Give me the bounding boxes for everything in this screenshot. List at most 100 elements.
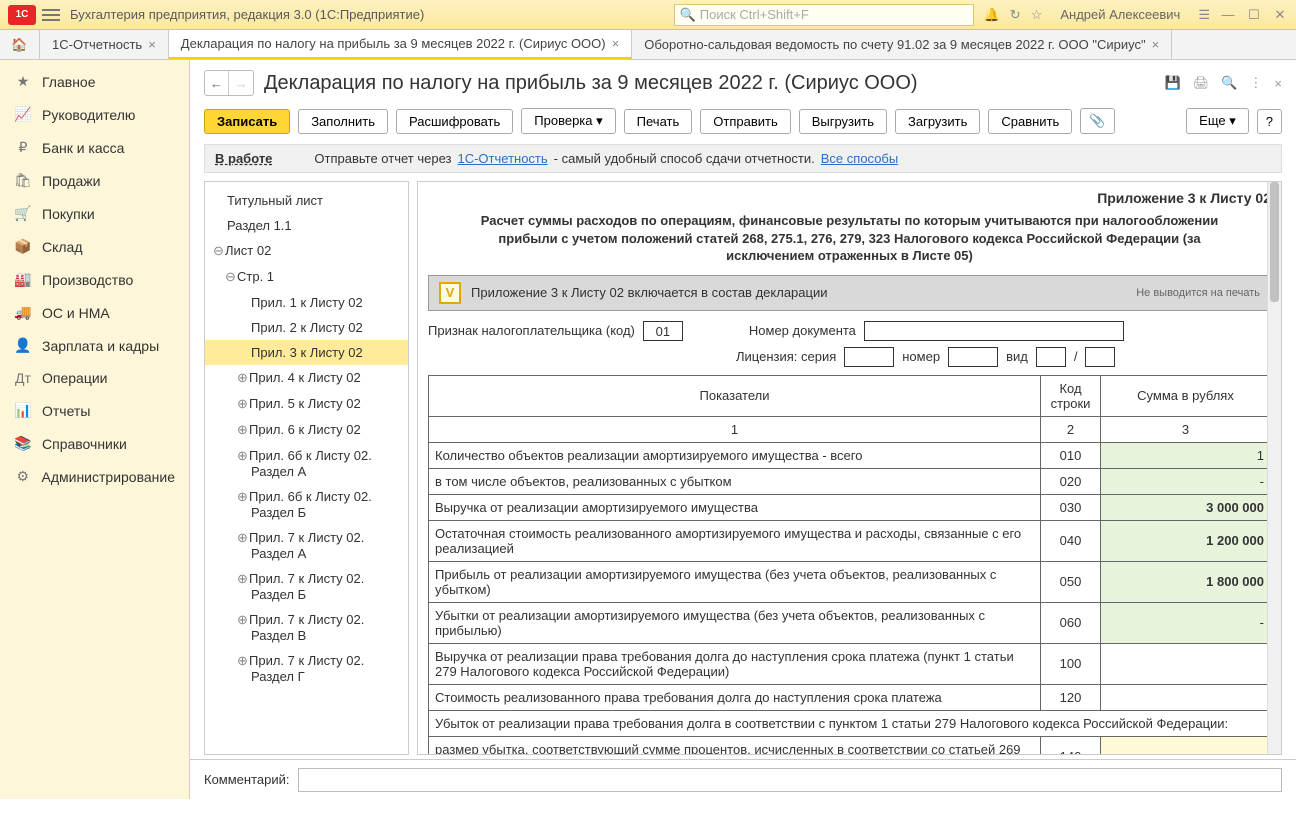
link-all-ways[interactable]: Все способы bbox=[821, 151, 898, 166]
sum-cell[interactable]: 1 bbox=[1101, 442, 1271, 468]
status-state[interactable]: В работе bbox=[215, 151, 272, 166]
sum-cell[interactable] bbox=[1101, 684, 1271, 710]
tree-item[interactable]: ⊕Прил. 6 к Листу 02 bbox=[205, 417, 408, 443]
unload-button[interactable]: Выгрузить bbox=[799, 109, 887, 134]
tree-item[interactable]: ⊖Лист 02 bbox=[205, 238, 408, 264]
tree-item-selected[interactable]: Прил. 3 к Листу 02 bbox=[205, 340, 408, 365]
fill-button[interactable]: Заполнить bbox=[298, 109, 388, 134]
lic-vid1-input[interactable] bbox=[1036, 347, 1066, 367]
write-button[interactable]: Записать bbox=[204, 109, 290, 134]
tree-item[interactable]: Титульный лист bbox=[205, 188, 408, 213]
sidebar-item-bank[interactable]: ₽Банк и касса bbox=[0, 131, 189, 164]
sum-cell[interactable]: - bbox=[1101, 468, 1271, 494]
send-button[interactable]: Отправить bbox=[700, 109, 790, 134]
history-icon[interactable]: ↻ bbox=[1010, 7, 1021, 23]
expand-icon[interactable]: ⊕ bbox=[237, 489, 249, 505]
forward-button[interactable]: → bbox=[229, 71, 253, 95]
box-icon: 📦 bbox=[14, 238, 32, 255]
tree-item[interactable]: ⊕Прил. 4 к Листу 02 bbox=[205, 365, 408, 391]
sidebar-item-prod[interactable]: 🏭Производство bbox=[0, 263, 189, 296]
sidebar-item-reports[interactable]: 📊Отчеты bbox=[0, 394, 189, 427]
help-button[interactable]: ? bbox=[1257, 109, 1282, 134]
sum-cell[interactable]: - bbox=[1101, 736, 1271, 755]
expand-icon[interactable]: ⊕ bbox=[237, 530, 249, 546]
close-icon[interactable]: × bbox=[612, 36, 620, 51]
tree-item[interactable]: ⊕Прил. 5 к Листу 02 bbox=[205, 391, 408, 417]
tab-declaration[interactable]: Декларация по налогу на прибыль за 9 мес… bbox=[169, 30, 632, 59]
close-icon[interactable]: ✕ bbox=[1272, 7, 1288, 23]
bell-icon[interactable]: 🔔 bbox=[984, 7, 1000, 23]
load-button[interactable]: Загрузить bbox=[895, 109, 980, 134]
minimize-icon[interactable]: — bbox=[1220, 7, 1236, 23]
search-input[interactable]: 🔍 Поиск Ctrl+Shift+F bbox=[674, 4, 974, 26]
sidebar-item-main[interactable]: ★Главное bbox=[0, 65, 189, 98]
decipher-button[interactable]: Расшифровать bbox=[396, 109, 513, 134]
tree-item[interactable]: Прил. 1 к Листу 02 bbox=[205, 290, 408, 315]
expand-icon[interactable]: ⊕ bbox=[237, 396, 249, 412]
more-button[interactable]: Еще ▾ bbox=[1186, 108, 1249, 134]
tree-item[interactable]: ⊕Прил. 7 к Листу 02. Раздел Г bbox=[205, 648, 408, 689]
link-1c-report[interactable]: 1С-Отчетность bbox=[457, 151, 547, 166]
col-header: Сумма в рублях bbox=[1101, 375, 1271, 416]
sidebar-item-refs[interactable]: 📚Справочники bbox=[0, 427, 189, 460]
maximize-icon[interactable]: ☐ bbox=[1246, 7, 1262, 23]
save-icon[interactable]: 💾 bbox=[1165, 75, 1181, 91]
collapse-icon[interactable]: ⊖ bbox=[225, 269, 237, 285]
print-button[interactable]: Печать bbox=[624, 109, 693, 134]
print-icon[interactable]: 🖨 bbox=[1193, 75, 1210, 91]
menu-icon[interactable] bbox=[42, 9, 60, 21]
sidebar-item-manager[interactable]: 📈Руководителю bbox=[0, 98, 189, 131]
tree-item[interactable]: ⊕Прил. 7 к Листу 02. Раздел В bbox=[205, 607, 408, 648]
taxpayer-code-input[interactable]: 01 bbox=[643, 321, 683, 341]
compare-button[interactable]: Сравнить bbox=[988, 109, 1072, 134]
bag-icon: 🛍 bbox=[14, 172, 32, 189]
expand-icon[interactable]: ⊕ bbox=[237, 370, 249, 386]
docnum-input[interactable] bbox=[864, 321, 1124, 341]
tree-item[interactable]: ⊕Прил. 6б к Листу 02. Раздел Б bbox=[205, 484, 408, 525]
sum-cell[interactable] bbox=[1101, 643, 1271, 684]
expand-icon[interactable]: ⊕ bbox=[237, 448, 249, 464]
home-tab[interactable]: 🏠 bbox=[0, 30, 40, 59]
sidebar-item-admin[interactable]: ⚙Администрирование bbox=[0, 460, 189, 493]
star-icon[interactable]: ☆ bbox=[1031, 7, 1043, 23]
scrollbar[interactable] bbox=[1267, 182, 1281, 754]
more-icon[interactable]: ⋮ bbox=[1249, 75, 1262, 91]
tree-item[interactable]: ⊕Прил. 7 к Листу 02. Раздел А bbox=[205, 525, 408, 566]
tree-item[interactable]: Прил. 2 к Листу 02 bbox=[205, 315, 408, 340]
sidebar-item-os[interactable]: 🚚ОС и НМА bbox=[0, 296, 189, 329]
expand-icon[interactable]: ⊕ bbox=[237, 612, 249, 628]
collapse-icon[interactable]: ⊖ bbox=[213, 243, 225, 259]
sidebar-item-ops[interactable]: ДтОперации bbox=[0, 362, 189, 394]
settings-icon[interactable]: ☰ bbox=[1198, 7, 1210, 23]
attach-button[interactable]: 📎 bbox=[1080, 108, 1114, 134]
tree-item[interactable]: ⊕Прил. 6б к Листу 02. Раздел А bbox=[205, 443, 408, 484]
comment-input[interactable] bbox=[298, 768, 1283, 792]
expand-icon[interactable]: ⊕ bbox=[237, 422, 249, 438]
close-icon[interactable]: × bbox=[148, 37, 156, 52]
user-name[interactable]: Андрей Алексеевич bbox=[1060, 7, 1180, 22]
tree-item[interactable]: Раздел 1.1 bbox=[205, 213, 408, 238]
tree-item[interactable]: ⊖Стр. 1 bbox=[205, 264, 408, 290]
sidebar-item-stock[interactable]: 📦Склад bbox=[0, 230, 189, 263]
sum-cell[interactable]: - bbox=[1101, 602, 1271, 643]
expand-icon[interactable]: ⊕ bbox=[237, 653, 249, 669]
sum-cell[interactable]: 1 800 000 bbox=[1101, 561, 1271, 602]
sum-cell[interactable]: 1 200 000 bbox=[1101, 520, 1271, 561]
checkbox-include[interactable]: V bbox=[439, 282, 461, 304]
lic-vid2-input[interactable] bbox=[1085, 347, 1115, 367]
check-button[interactable]: Проверка ▾ bbox=[521, 108, 615, 134]
tab-report[interactable]: 1С-Отчетность× bbox=[40, 30, 169, 59]
preview-icon[interactable]: 🔍 bbox=[1221, 75, 1237, 91]
close-icon[interactable]: × bbox=[1274, 76, 1282, 91]
back-button[interactable]: ← bbox=[205, 71, 229, 95]
sidebar-item-purchase[interactable]: 🛒Покупки bbox=[0, 197, 189, 230]
close-icon[interactable]: × bbox=[1152, 37, 1160, 52]
tree-item[interactable]: ⊕Прил. 7 к Листу 02. Раздел Б bbox=[205, 566, 408, 607]
expand-icon[interactable]: ⊕ bbox=[237, 571, 249, 587]
lic-series-input[interactable] bbox=[844, 347, 894, 367]
sidebar-item-sales[interactable]: 🛍Продажи bbox=[0, 164, 189, 197]
sum-cell[interactable]: 3 000 000 bbox=[1101, 494, 1271, 520]
tab-osv[interactable]: Оборотно-сальдовая ведомость по счету 91… bbox=[632, 30, 1172, 59]
sidebar-item-hr[interactable]: 👤Зарплата и кадры bbox=[0, 329, 189, 362]
lic-num-input[interactable] bbox=[948, 347, 998, 367]
